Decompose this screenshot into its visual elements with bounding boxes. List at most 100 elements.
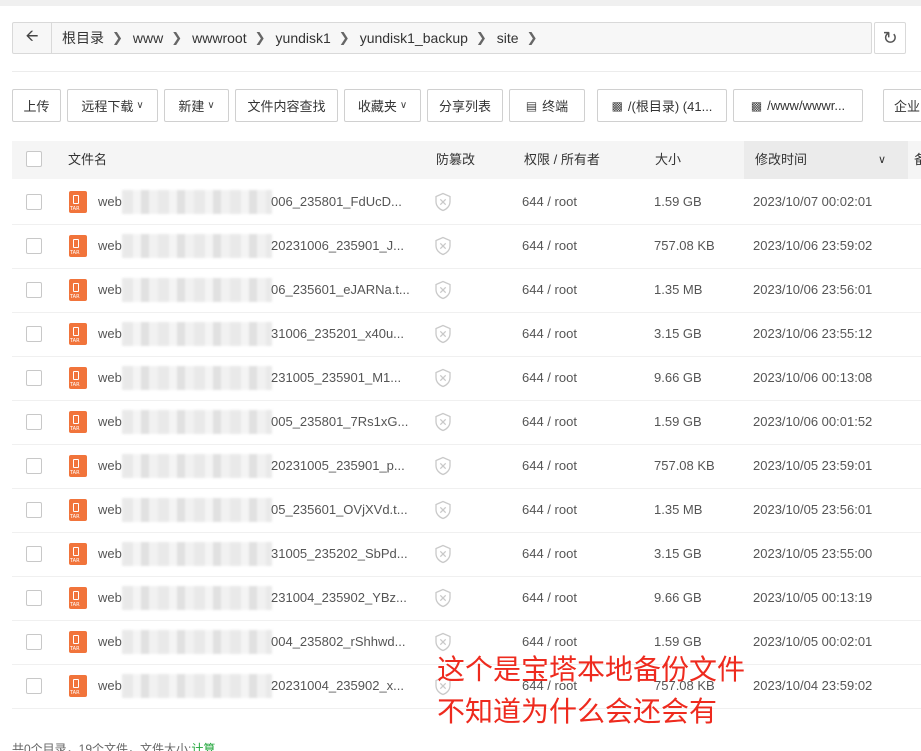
file-name-suffix[interactable]: 006_235801_FdUcD... [271,180,402,224]
permission-owner[interactable]: 644 / root [522,180,577,224]
breadcrumb-item-yundisk1-backup[interactable]: yundisk1_backup [360,30,468,46]
table-row[interactable]: web 31006_235201_x40u... 644 / root 3.15 GB… [12,312,921,357]
chevron-down-icon: ∨ [136,100,144,111]
shield-icon[interactable] [433,192,453,212]
file-name-suffix[interactable]: 05_235601_OVjXVd.t... [271,488,408,532]
terminal-button[interactable]: ▤ 终端 [509,89,585,122]
row-checkbox[interactable] [26,678,42,694]
row-checkbox[interactable] [26,634,42,650]
file-name-prefix[interactable]: web [98,400,122,444]
share-list-button[interactable]: 分享列表 [427,89,503,122]
redacted-filename [122,542,272,566]
col-permission[interactable]: 权限 / 所有者 [524,141,600,179]
table-row[interactable]: web 31005_235202_SbPd... 644 / root 3.15 GB… [12,532,921,577]
file-name-prefix[interactable]: web [98,444,122,488]
row-checkbox[interactable] [26,326,42,342]
table-row[interactable]: web 05_235601_OVjXVd.t... 644 / root 1.35 M… [12,488,921,533]
path-bar[interactable]: 🡨 根目录 ❯ www ❯ wwwroot ❯ yundisk1 ❯ yundisk1_… [12,22,872,54]
col-mtime[interactable]: 修改时间 [755,141,807,179]
table-row[interactable]: web 231004_235902_YBz... 644 / root 9.66 GB… [12,576,921,621]
row-checkbox[interactable] [26,238,42,254]
tar-file-icon [69,235,87,257]
file-name-suffix[interactable]: 231005_235901_M1... [271,356,401,400]
table-row[interactable]: web 006_235801_FdUcD... 644 / root 1.59 GB 2… [12,180,921,225]
row-checkbox[interactable] [26,282,42,298]
file-name-prefix[interactable]: web [98,312,122,356]
permission-owner[interactable]: 644 / root [522,488,577,532]
permission-owner[interactable]: 644 / root [522,400,577,444]
file-name-suffix[interactable]: 20231006_235901_J... [271,224,404,268]
shield-icon[interactable] [433,412,453,432]
permission-owner[interactable]: 644 / root [522,532,577,576]
permission-owner[interactable]: 644 / root [522,312,577,356]
shield-icon[interactable] [433,500,453,520]
back-button[interactable]: 🡨 [13,23,52,53]
file-name-prefix[interactable]: web [98,532,122,576]
shield-icon[interactable] [433,456,453,476]
shield-icon[interactable] [433,280,453,300]
file-name-suffix[interactable]: 004_235802_rShhwd... [271,620,405,664]
new-button[interactable]: 新建 ∨ [164,89,229,122]
table-row[interactable]: web 20231005_235901_p... 644 / root 757.08 … [12,444,921,489]
breadcrumb-item-wwwroot[interactable]: wwwroot [192,30,246,46]
upload-button[interactable]: 上传 [12,89,61,122]
file-name-suffix[interactable]: 231004_235902_YBz... [271,576,407,620]
permission-owner[interactable]: 644 / root [522,268,577,312]
modified-time: 2023/10/06 00:01:52 [753,414,873,429]
file-name-prefix[interactable]: web [98,180,122,224]
tar-file-icon [69,587,87,609]
col-filename[interactable]: 文件名 [68,141,107,179]
file-name-prefix[interactable]: web [98,576,122,620]
row-checkbox[interactable] [26,458,42,474]
row-checkbox[interactable] [26,194,42,210]
file-name-prefix[interactable]: web [98,224,122,268]
shield-icon[interactable] [433,588,453,608]
row-checkbox[interactable] [26,414,42,430]
chevron-down-icon[interactable]: ∨ [878,141,886,179]
col-size[interactable]: 大小 [655,141,681,179]
refresh-button[interactable]: ↻ [874,22,906,54]
row-checkbox[interactable] [26,502,42,518]
breadcrumb-item-yundisk1[interactable]: yundisk1 [276,30,331,46]
enterprise-button[interactable]: 企业 [883,89,921,122]
breadcrumb-item-site[interactable]: site [497,30,519,46]
permission-owner[interactable]: 644 / root [522,356,577,400]
breadcrumb-item-www[interactable]: www [133,30,163,46]
file-name-suffix[interactable]: 06_235601_eJARNa.t... [271,268,410,312]
shield-icon[interactable] [433,368,453,388]
row-checkbox[interactable] [26,590,42,606]
select-all-checkbox[interactable] [26,151,42,167]
permission-owner[interactable]: 644 / root [522,576,577,620]
permission-owner[interactable]: 644 / root [522,224,577,268]
file-name-suffix[interactable]: 20231005_235901_p... [271,444,405,488]
file-name-suffix[interactable]: 31006_235201_x40u... [271,312,404,356]
disk-wwwroot-button[interactable]: ▩ /www/wwwr... [733,89,863,122]
shield-icon[interactable] [433,236,453,256]
remote-download-button[interactable]: 远程下载 ∨ [67,89,158,122]
file-name-prefix[interactable]: web [98,620,122,664]
calculate-link[interactable]: 计算 [191,742,215,751]
table-row[interactable]: web 06_235601_eJARNa.t... 644 / root 1.35 M… [12,268,921,313]
file-name-suffix[interactable]: 20231004_235902_x... [271,664,404,708]
file-name-prefix[interactable]: web [98,356,122,400]
breadcrumb-item-root[interactable]: 根目录 [62,28,104,48]
file-name-prefix[interactable]: web [98,268,122,312]
row-checkbox[interactable] [26,370,42,386]
shield-icon[interactable] [433,544,453,564]
file-name-suffix[interactable]: 005_235801_7Rs1xG... [271,400,408,444]
file-size: 3.15 GB [654,546,702,561]
permission-owner[interactable]: 644 / root [522,444,577,488]
row-checkbox[interactable] [26,546,42,562]
favorites-button[interactable]: 收藏夹 ∨ [344,89,421,122]
table-row[interactable]: web 005_235801_7Rs1xG... 644 / root 1.59 GB… [12,400,921,445]
disk-root-button[interactable]: ▩ /(根目录) (41... [597,89,727,122]
tar-file-icon [69,411,87,433]
shield-icon[interactable] [433,324,453,344]
table-row[interactable]: web 20231006_235901_J... 644 / root 757.08 … [12,224,921,269]
file-name-prefix[interactable]: web [98,488,122,532]
content-search-button[interactable]: 文件内容查找 [235,89,338,122]
file-name-suffix[interactable]: 31005_235202_SbPd... [271,532,408,576]
file-name-prefix[interactable]: web [98,664,122,708]
table-row[interactable]: web 231005_235901_M1... 644 / root 9.66 GB 2… [12,356,921,401]
disk-wwwroot-label: /www/wwwr... [767,98,846,113]
